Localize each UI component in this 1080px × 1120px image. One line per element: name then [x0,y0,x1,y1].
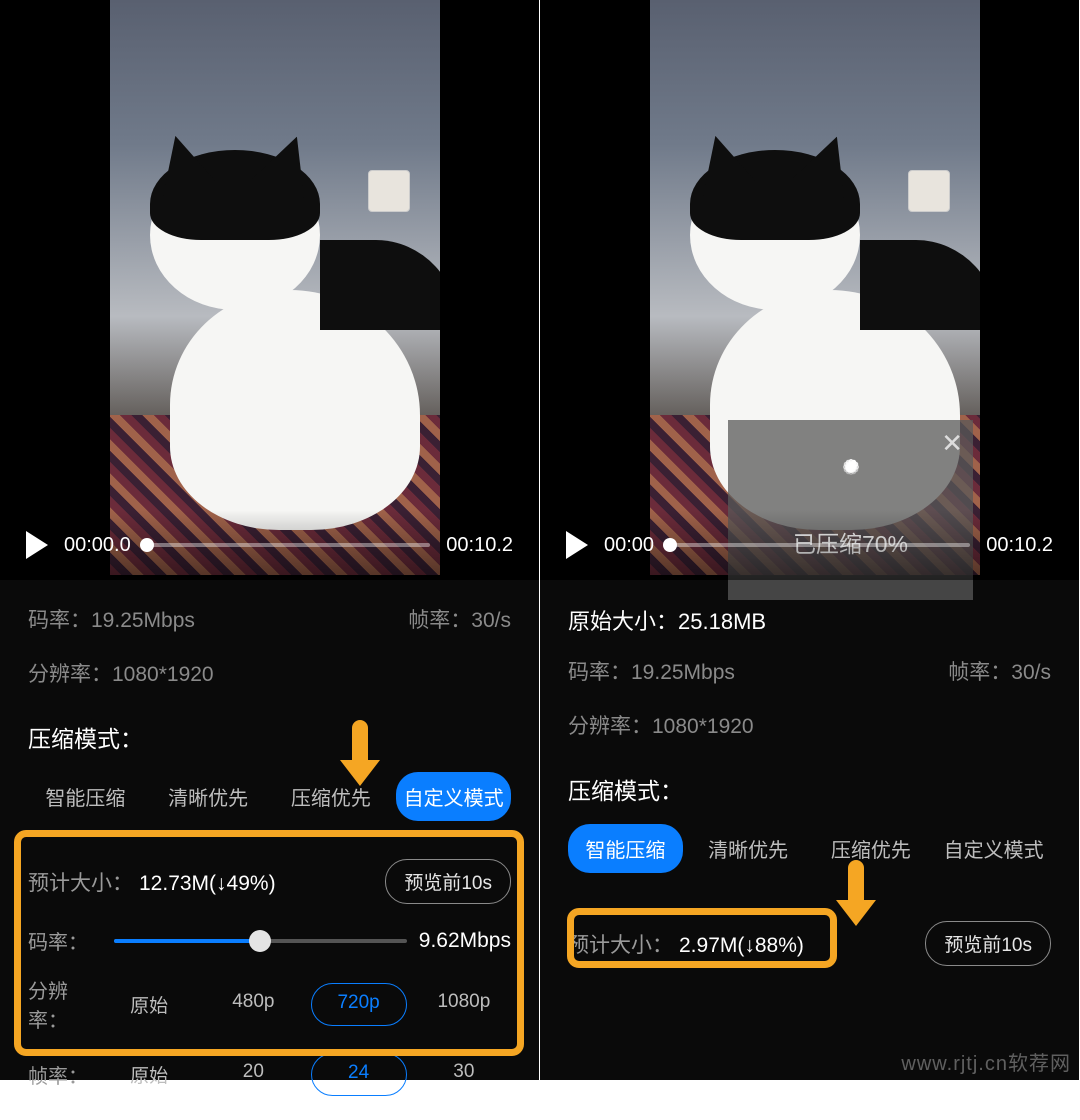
play-icon[interactable] [26,531,48,559]
preview-button[interactable]: 预览前10s [385,859,511,904]
panel-right: ✕ 已压缩70% 00:00 00:10.2 [540,0,1080,1080]
playback-bar: 00:00.0 00:10.2 [0,510,539,580]
custom-settings: 预计大小：12.73M(↓49%) 预览前10s 码率： 9.62Mbps 分辨… [0,841,539,1120]
mode-tabs: 智能压缩 清晰优先 压缩优先 自定义模式 [540,818,1079,883]
res-720p[interactable]: 720p [311,983,407,1026]
tab-smart[interactable]: 智能压缩 [28,772,143,821]
slider-thumb[interactable] [249,930,271,952]
resolution-value: 1080*1920 [112,663,214,686]
video-preview: ✕ 已压缩70% 00:00 00:10.2 [540,0,1079,580]
tab-custom[interactable]: 自定义模式 [936,824,1051,873]
framerate-row: 帧率： 原始 20 24 30 [28,1053,511,1096]
seek-thumb[interactable] [663,538,677,552]
orig-size-value: 25.18MB [678,609,766,634]
bitrate-row: 码率： 9.62Mbps [28,926,511,955]
time-total: 00:10.2 [446,534,513,557]
seek-thumb[interactable] [140,538,154,552]
close-icon[interactable]: ✕ [941,428,963,459]
tab-compress[interactable]: 压缩优先 [274,772,389,821]
bitrate-slider[interactable] [114,939,407,943]
fps-30[interactable]: 30 [417,1053,511,1096]
tab-compress[interactable]: 压缩优先 [814,824,929,873]
resolution-row: 分辨率： 原始 480p 720p 1080p [28,975,511,1033]
predicted-size-row: 预计大小：2.97M(↓88%) 预览前10s [540,893,1079,1006]
fps-original[interactable]: 原始 [102,1053,196,1096]
time-current: 00:00.0 [64,534,131,557]
predicted-size: 预计大小：2.97M(↓88%) [568,929,804,959]
time-total: 00:10.2 [986,534,1053,557]
play-icon[interactable] [566,531,588,559]
mode-tabs: 智能压缩 清晰优先 压缩优先 自定义模式 [0,766,539,831]
wall-outlet [368,170,410,212]
bitrate-output: 9.62Mbps [419,929,511,953]
tab-smart[interactable]: 智能压缩 [568,824,683,873]
video-preview: 00:00.0 00:10.2 [0,0,539,580]
mode-label: 压缩模式： [540,764,1079,818]
seek-track[interactable] [147,543,431,547]
predicted-size: 预计大小：12.73M(↓49%) [28,867,276,897]
tab-custom[interactable]: 自定义模式 [396,772,511,821]
framerate-value: 30/s [471,609,511,632]
preview-button[interactable]: 预览前10s [925,921,1051,966]
fps-20[interactable]: 20 [206,1053,300,1096]
watermark: www.rjtj.cn软荐网 [901,1047,1079,1076]
fps-24[interactable]: 24 [311,1053,407,1096]
video-info: 原始大小：25.18MB 码率：19.25Mbps 帧率：30/s 分辨率：10… [540,580,1079,740]
tab-quality[interactable]: 清晰优先 [691,824,806,873]
video-frame [110,0,440,575]
video-info: 码率：19.25Mbps 帧率：30/s 分辨率：1080*1920 [0,580,539,688]
mode-label: 压缩模式： [0,712,539,766]
resolution-label: 分辨率： [28,663,112,686]
res-1080p[interactable]: 1080p [417,983,511,1026]
seek-track[interactable] [670,543,970,547]
framerate-label: 帧率： [408,609,471,632]
time-current: 00:00 [604,534,654,557]
wall-outlet [908,170,950,212]
bitrate-label: 码率： [28,609,91,632]
bitrate-value: 19.25Mbps [91,609,195,632]
spinner-icon [828,461,874,507]
tab-quality[interactable]: 清晰优先 [151,772,266,821]
res-original[interactable]: 原始 [102,983,196,1026]
playback-bar: 00:00 00:10.2 [540,510,1079,580]
panel-left: 00:00.0 00:10.2 码率：19.25Mbps 帧率：30/s 分辨率… [0,0,540,1080]
orig-size-label: 原始大小： [568,609,678,634]
res-480p[interactable]: 480p [206,983,300,1026]
